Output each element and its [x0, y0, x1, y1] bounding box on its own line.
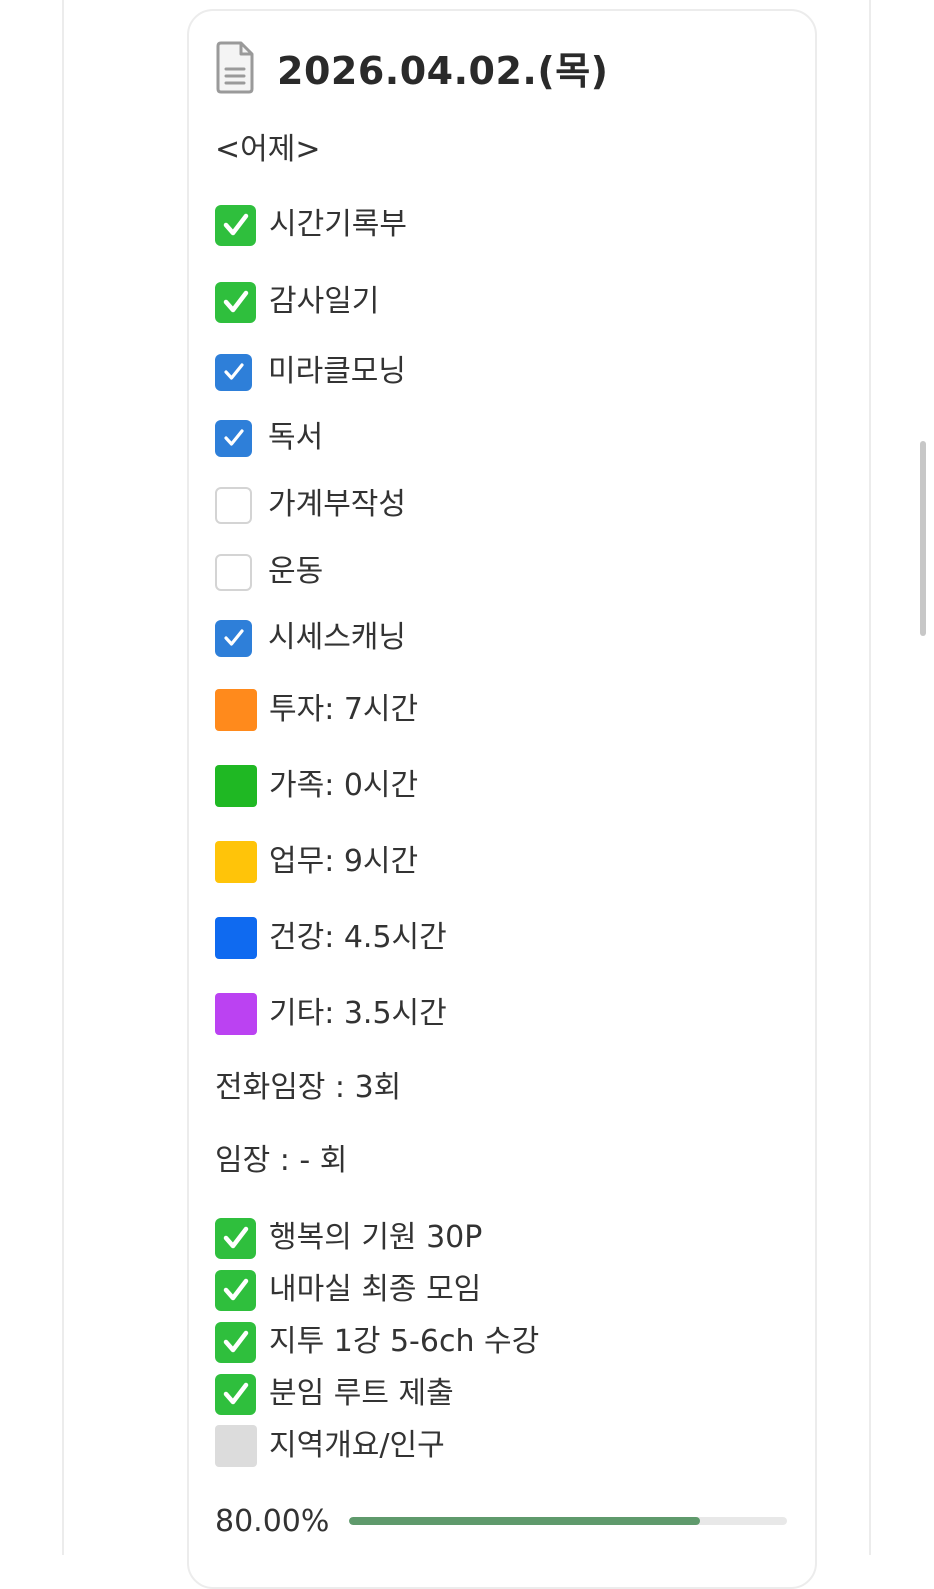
checklist-item[interactable]: 시간기록부	[215, 204, 407, 246]
phone-visit-count: 전화임장 : 3회	[215, 1068, 401, 1108]
task-item[interactable]: 내마실 최종 모임	[215, 1269, 481, 1311]
page-title-row[interactable]: 2026.04.02.(목)	[215, 40, 609, 94]
checklist-item[interactable]: 운동	[215, 553, 323, 591]
green-square-icon	[215, 765, 257, 807]
checklist-item-label: 가계부작성	[268, 487, 406, 522]
yellow-square-icon	[215, 841, 257, 883]
time-log-item: 가족: 0시간	[215, 765, 418, 807]
checklist-item-label: 시세스캐닝	[268, 620, 406, 655]
phone-visit-count-text: 전화임장 : 3회	[215, 1070, 402, 1105]
section-label-text: <어제>	[215, 132, 321, 167]
checklist-item-label: 독서	[268, 420, 324, 455]
task-item[interactable]: 행복의 기원 30P	[215, 1217, 482, 1259]
gray-square-icon	[215, 1425, 257, 1467]
check-mark-icon	[215, 1217, 256, 1259]
task-item[interactable]: 지역개요/인구	[215, 1425, 445, 1467]
task-item[interactable]: 지투 1강 5-6ch 수강	[215, 1321, 539, 1363]
task-item-label: 지투 1강 5-6ch 수강	[269, 1324, 540, 1359]
time-log-label: 업무: 9시간	[269, 844, 419, 879]
checklist-item-label: 감사일기	[269, 284, 380, 319]
progress-row: 80.00%	[215, 1500, 788, 1542]
checklist-item-label: 시간기록부	[269, 207, 407, 242]
checklist-item-label: 미라클모닝	[268, 354, 406, 389]
task-item-label: 지역개요/인구	[269, 1428, 445, 1463]
section-label: <어제>	[215, 130, 320, 170]
progress-bar-fill	[349, 1517, 700, 1525]
time-log-item: 건강: 4.5시간	[215, 917, 447, 959]
check-mark-icon	[215, 281, 256, 323]
progress-bar	[349, 1517, 788, 1525]
page-title: 2026.04.02.(목)	[277, 48, 609, 93]
checklist-item[interactable]: 미라클모닝	[215, 353, 406, 391]
task-item[interactable]: 분임 루트 제출	[215, 1373, 454, 1415]
progress-percent: 80.00%	[215, 1503, 330, 1539]
checkbox-unchecked[interactable]	[215, 553, 252, 591]
page-border-left	[62, 0, 64, 1555]
time-log-label: 기타: 3.5시간	[269, 996, 447, 1031]
visit-count: 임장 : - 회	[215, 1141, 347, 1181]
time-log-label: 가족: 0시간	[269, 768, 419, 803]
time-log-label: 투자: 7시간	[269, 692, 419, 727]
checkbox-unchecked[interactable]	[215, 486, 252, 524]
time-log-item: 투자: 7시간	[215, 689, 418, 731]
checkbox-checked[interactable]	[215, 619, 252, 657]
orange-square-icon	[215, 689, 257, 731]
scrollbar-thumb[interactable]	[920, 441, 926, 636]
check-mark-icon	[215, 204, 256, 246]
blue-square-icon	[215, 917, 257, 959]
check-mark-icon	[215, 1373, 256, 1415]
task-item-label: 행복의 기원 30P	[269, 1220, 483, 1255]
purple-square-icon	[215, 993, 257, 1035]
time-log-item: 업무: 9시간	[215, 841, 418, 883]
task-item-label: 내마실 최종 모임	[269, 1272, 482, 1307]
checklist-item[interactable]: 시세스캐닝	[215, 619, 406, 657]
checkbox-checked[interactable]	[215, 353, 252, 391]
checkbox-checked[interactable]	[215, 419, 252, 457]
checklist-item[interactable]: 가계부작성	[215, 486, 406, 524]
time-log-label: 건강: 4.5시간	[269, 920, 447, 955]
check-mark-icon	[215, 1269, 256, 1311]
time-log-item: 기타: 3.5시간	[215, 993, 447, 1035]
document-icon	[216, 41, 254, 94]
check-mark-icon	[215, 1321, 256, 1363]
checklist-item-label: 운동	[268, 554, 324, 589]
checklist-item[interactable]: 감사일기	[215, 281, 379, 323]
task-item-label: 분임 루트 제출	[269, 1376, 454, 1411]
visit-count-text: 임장 : - 회	[215, 1143, 348, 1178]
checklist-item[interactable]: 독서	[215, 419, 323, 457]
page-border-right	[869, 0, 871, 1555]
